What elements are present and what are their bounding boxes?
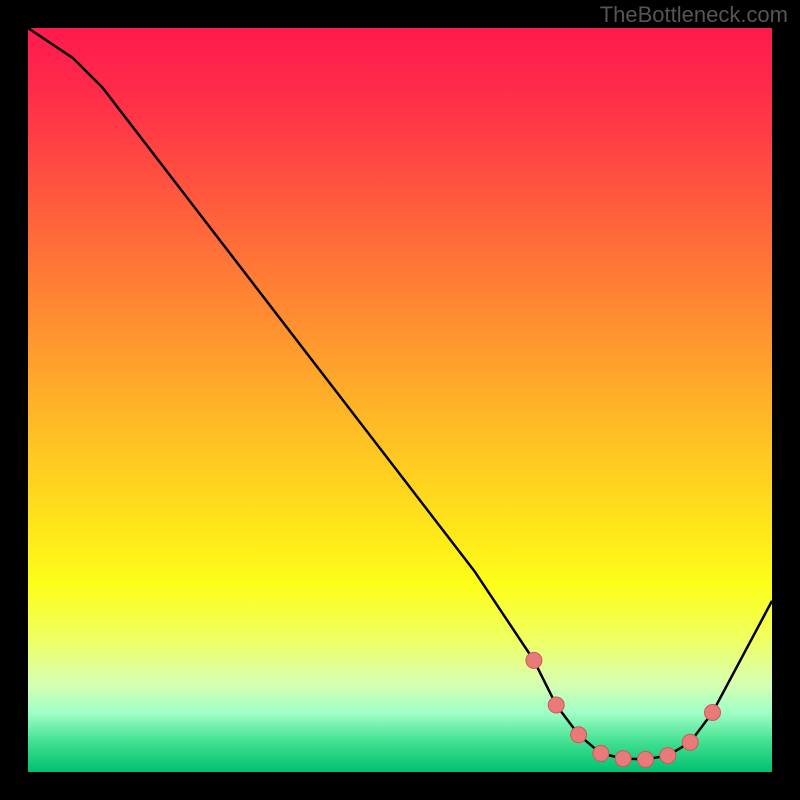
marker-point [548,697,564,713]
marker-point [682,734,698,750]
plot-area [28,28,772,772]
marker-point [593,745,609,761]
marker-point [660,748,676,764]
marker-point [705,705,721,721]
attribution-text: TheBottleneck.com [600,2,788,28]
marker-point [571,727,587,743]
chart-svg [28,28,772,772]
marker-point [526,652,542,668]
optimal-markers [526,652,721,767]
bottleneck-curve [28,28,772,759]
marker-point [615,751,631,767]
marker-point [638,751,654,767]
